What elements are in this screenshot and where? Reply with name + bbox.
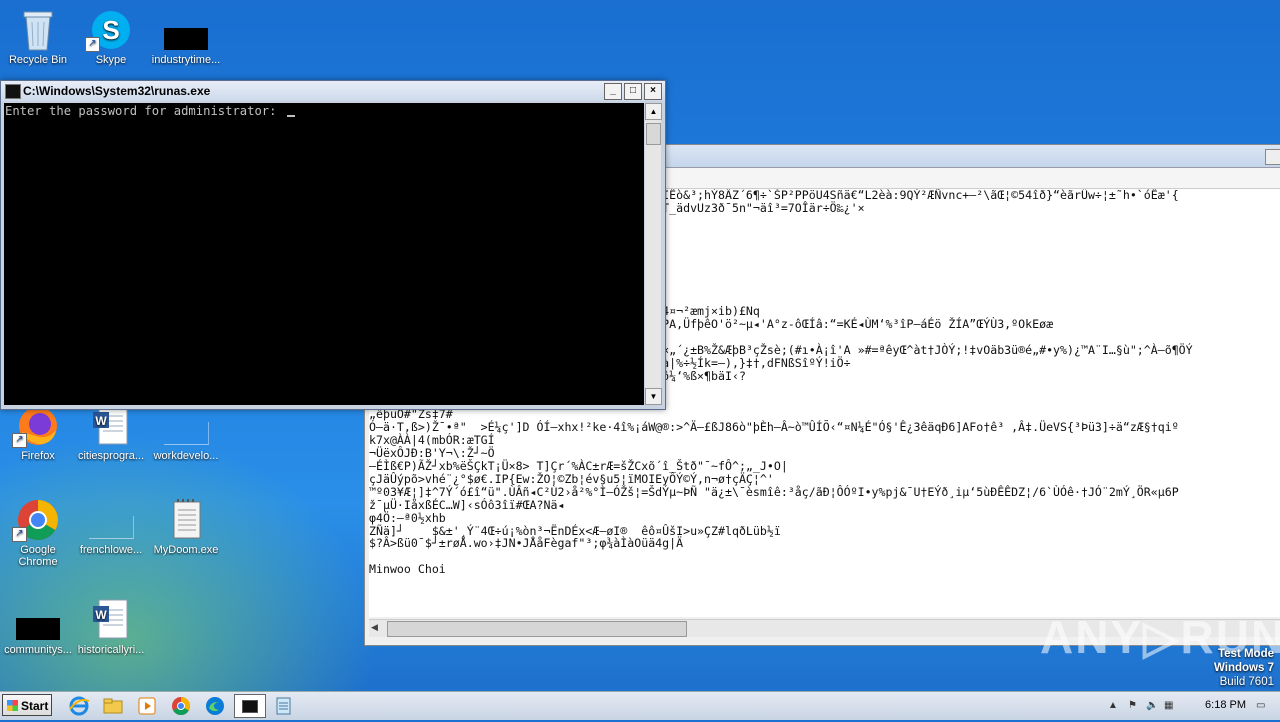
internet-explorer-icon[interactable]: [68, 695, 90, 717]
test-mode-label: Test Mode: [1217, 648, 1274, 660]
desktop-icon-recycle-bin[interactable]: Recycle Bin: [0, 8, 76, 66]
desktop-icon-skype[interactable]: S ↗ Skype: [73, 8, 149, 66]
notepad-text-line: Minwoo Choi: [369, 562, 446, 577]
shortcut-arrow-icon: ↗: [85, 37, 100, 52]
chrome-taskbar-icon[interactable]: [170, 695, 192, 717]
black-file-icon: [14, 598, 62, 640]
desktop-icon-workdevelo[interactable]: workdevelo...: [148, 404, 224, 462]
desktop-icon-label: industrytime...: [151, 54, 221, 66]
svg-text:W: W: [95, 414, 107, 428]
show-hidden-icons-chevron-icon[interactable]: ▲: [1108, 700, 1118, 711]
desktop-icon-label: communitys...: [4, 644, 72, 656]
test-mode-notice: Test Mode Windows 7 Build 7601: [1214, 647, 1274, 689]
desktop-icon-label: citiesprogra...: [77, 450, 145, 462]
maximize-button[interactable]: □: [624, 83, 642, 100]
flag-action-center-icon[interactable]: ⚑: [1128, 700, 1138, 711]
console-vertical-scrollbar[interactable]: ▲ ▼: [645, 103, 662, 405]
desktop-icon-label: MyDoom.exe: [153, 544, 219, 556]
desktop-icon-label: Firefox: [21, 450, 55, 462]
scrollbar-thumb[interactable]: [387, 621, 687, 637]
notepad-minimize-button[interactable]: [1265, 149, 1280, 165]
desktop-icon-industrytime[interactable]: industrytime...: [148, 8, 224, 66]
scrollbar-thumb[interactable]: [646, 123, 661, 145]
blank-file-icon: [87, 498, 135, 540]
console-app-icon: [5, 84, 21, 99]
taskbar-console-button[interactable]: [234, 694, 266, 718]
notepad-text-line: ž¯µÜ·IåxßÉC…W]‹sÓô3îï#ŒA?Nä◂: [369, 497, 565, 512]
edge-icon[interactable]: [204, 695, 226, 717]
skype-icon: S ↗: [85, 8, 135, 52]
system-tray: ▲ ⚑ 🔈 ▦ 6:18 PM ▭: [1100, 692, 1280, 720]
firefox-icon: ↗: [12, 404, 62, 448]
desktop-icon-label: workdevelo...: [153, 450, 219, 462]
desktop-icon-citiesprogra[interactable]: W citiesprogra...: [73, 404, 149, 462]
notepad-text-line: φ4Ö:–ª0½xhb: [369, 510, 446, 525]
notepad-text-line: –ÉÌß€P)ÃŽ┘xb%ëŠÇkT¡Ü×8> T]Çr´%ÀC±rÆ=šŽCx…: [369, 459, 788, 474]
black-file-icon: [162, 8, 210, 50]
desktop-icon-label: Google Chrome: [18, 544, 58, 568]
console-output[interactable]: Enter the password for administrator:: [4, 103, 644, 405]
taskbar: Start ▲ ⚑ 🔈 ▦ 6:18 PM ▭: [0, 691, 1280, 720]
desktop-icon-label: Skype: [95, 54, 127, 66]
notepad-text-line: çJäÛýpõ>vhé¨¿°$ø€.IP{Ew:ŽO¦©Zb¦év§u5¦ïMO…: [369, 471, 774, 486]
svg-text:S: S: [102, 15, 119, 45]
blank-file-icon: [162, 404, 210, 446]
shortcut-arrow-icon: ↗: [12, 527, 27, 542]
password-prompt: Enter the password for administrator:: [5, 104, 284, 118]
desktop-icon-firefox[interactable]: ↗ Firefox: [0, 404, 76, 462]
clock[interactable]: 6:18 PM: [1205, 699, 1246, 711]
desktop-icon-google-chrome[interactable]: ↗ Google Chrome: [0, 498, 76, 568]
close-button[interactable]: ×: [644, 83, 662, 100]
taskbar-notepad-button[interactable]: [268, 694, 300, 718]
desktop-icon-label: frenchlowe...: [79, 544, 143, 556]
svg-text:W: W: [95, 608, 107, 622]
build-label: Build 7601: [1219, 676, 1274, 688]
notepad-text-line: Ó–ä·T,ß>)Ž¯•ª" >É¼ç']D ÓÍ–xhx!²ke·4î%¡áW…: [369, 420, 1179, 435]
recycle-bin-icon: [14, 8, 62, 51]
notepad-exe-icon: [162, 498, 210, 540]
show-desktop-icon[interactable]: ▭: [1256, 700, 1270, 711]
desktop-icon-historicallyri[interactable]: W historicallyri...: [73, 598, 149, 656]
desktop-icon-communitys[interactable]: communitys...: [0, 598, 76, 656]
notepad-text-line: $?Â>ßü0¯$┘±røÅ.wo›‡JN•JÅåFègaf"³;φ¾àÌàOü…: [369, 536, 684, 551]
os-label: Windows 7: [1214, 662, 1274, 674]
desktop-icon-mydoom[interactable]: MyDoom.exe: [148, 498, 224, 556]
windows-logo-icon: [7, 700, 18, 711]
word-doc-icon: W: [87, 598, 135, 640]
scroll-left-arrow-icon[interactable]: ◀: [371, 622, 378, 633]
desktop-icon-label: Recycle Bin: [8, 54, 68, 66]
notepad-text-line: [369, 550, 1280, 563]
runas-console-window[interactable]: C:\Windows\System32\runas.exe _ □ × Ente…: [0, 80, 666, 410]
word-doc-icon: W: [87, 404, 135, 446]
start-label: Start: [21, 699, 49, 713]
scroll-down-arrow-icon[interactable]: ▼: [645, 388, 662, 405]
file-explorer-icon[interactable]: [102, 695, 124, 717]
start-button[interactable]: Start: [2, 694, 52, 716]
volume-icon[interactable]: 🔈: [1146, 700, 1158, 711]
desktop-icon-frenchlowe[interactable]: frenchlowe...: [73, 498, 149, 556]
scroll-up-arrow-icon[interactable]: ▲: [645, 103, 662, 120]
chrome-icon: ↗: [12, 498, 62, 542]
shortcut-arrow-icon: ↗: [12, 433, 27, 448]
media-player-icon[interactable]: [136, 695, 158, 717]
text-cursor: [286, 115, 295, 117]
minimize-button[interactable]: _: [604, 83, 622, 100]
network-icon[interactable]: ▦: [1164, 700, 1174, 711]
notepad-text-line: k7x@ÀÀ|4(mbÓR:æTGÍ: [369, 433, 495, 448]
console-title-bar[interactable]: C:\Windows\System32\runas.exe _ □ ×: [1, 81, 665, 101]
notepad-text-line: ™º03¥Æ¦]‡^7Ý´ó£î“ü".ÙÂñ◂C²Ù2›å²%°Ì–ÓŽš¦=…: [369, 484, 1179, 499]
desktop-icon-label: historicallyri...: [77, 644, 145, 656]
console-title: C:\Windows\System32\runas.exe: [23, 84, 211, 98]
